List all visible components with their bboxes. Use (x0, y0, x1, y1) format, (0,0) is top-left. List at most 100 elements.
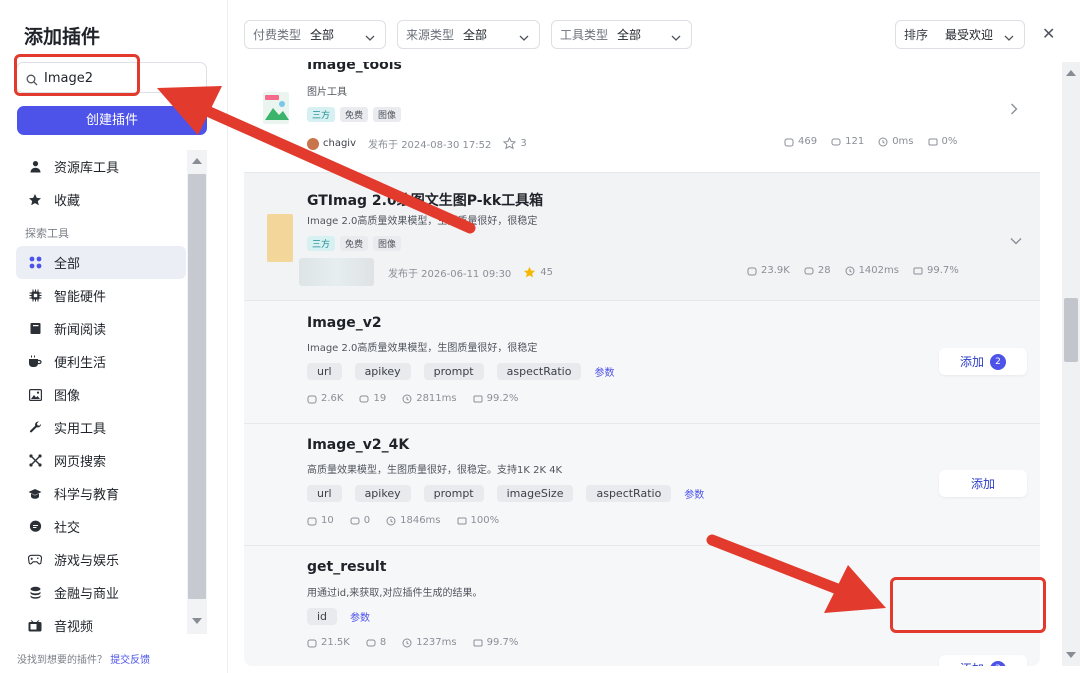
tool-type-filter[interactable]: 工具类型 全部 (551, 20, 692, 49)
nav-item-games-entertainment[interactable]: 游戏与娱乐 (16, 543, 186, 576)
usage-stat: 469 (784, 136, 817, 147)
param-chip: id (307, 608, 338, 625)
bots-stat: 0 (350, 515, 370, 526)
chevron-down-icon[interactable] (1010, 230, 1022, 249)
bots-icon (366, 639, 376, 646)
nav-label: 智能硬件 (54, 290, 107, 305)
nav-label: 收藏 (54, 194, 81, 209)
success-stat: 99.2% (473, 393, 518, 404)
plugin-card-gtimag[interactable]: GTImag 2.0绘图文生图P-kk工具箱 Image 2.0高质量效果模型，… (244, 173, 1040, 300)
bots-stat: 8 (366, 637, 386, 648)
sidebar-scrollbar[interactable] (187, 150, 207, 634)
publish-date: 发布于 2026-06-11 09:30 (388, 269, 512, 280)
add-tool-button[interactable]: 添加 (939, 470, 1027, 497)
nav-label: 全部 (54, 257, 81, 272)
params-link[interactable]: 参数 (684, 486, 704, 501)
stat-value: 10 (321, 515, 334, 526)
scroll-up-arrow-icon[interactable] (192, 158, 202, 164)
plugin-image-icon (263, 92, 289, 124)
chevron-right-icon[interactable] (1010, 100, 1018, 119)
nav-item-convenient-life[interactable]: 便利生活 (16, 345, 186, 378)
scrollbar-thumb[interactable] (1064, 298, 1078, 362)
plugin-description: Image 2.0高质量效果模型，生图质量很好，很稳定 (307, 216, 538, 227)
nav-item-audio-video[interactable]: 音视频 (16, 609, 186, 638)
scroll-down-arrow-icon[interactable] (192, 618, 202, 624)
dialog-title: 添加插件 (24, 26, 101, 48)
image-icon (28, 388, 42, 402)
tag: 三方 (307, 236, 336, 251)
filter-label: 付费类型 (253, 28, 302, 42)
latency-stat: 0ms (878, 136, 914, 147)
plugin-meta: chagiv 发布于 2024-08-30 17:52 3 (307, 136, 527, 151)
success-stat: 99.7% (473, 637, 519, 648)
scrollbar-thumb[interactable] (188, 174, 206, 599)
nav-item-image[interactable]: 图像 (16, 378, 186, 411)
nav-item-favorites[interactable]: 收藏 (16, 183, 186, 216)
added-count-badge: 2 (990, 353, 1006, 370)
source-type-filter[interactable]: 来源类型 全部 (397, 20, 540, 49)
param-chip: imageSize (496, 485, 574, 502)
add-tool-button[interactable]: 添加 2 (939, 655, 1027, 666)
feedback-link[interactable]: 提交反馈 (110, 655, 150, 666)
sort-label: 排序 (904, 28, 929, 42)
scroll-down-arrow-icon[interactable] (1066, 652, 1076, 658)
stat-value: 99.7% (926, 265, 959, 276)
add-plugin-dialog: 添加插件 创建插件 资源库工具 收藏 探索工具 全部 (0, 0, 1080, 673)
param-chip: apikey (354, 485, 411, 502)
coins-icon (28, 586, 42, 600)
add-label: 添加 (960, 660, 984, 666)
param-chip: prompt (423, 485, 484, 502)
success-stat: 100% (457, 515, 500, 526)
params-link[interactable]: 参数 (594, 364, 614, 379)
nav-item-news-reading[interactable]: 新闻阅读 (16, 312, 186, 345)
close-icon[interactable]: ✕ (1042, 24, 1055, 43)
wrench-icon (28, 421, 42, 435)
stat-value: 121 (845, 136, 865, 147)
author-avatar (299, 258, 374, 286)
nav-label: 网页搜索 (54, 455, 107, 470)
plugin-card-image-tools[interactable]: Image_tools 图片工具 三方 免费 图像 chagiv 发布于 202… (244, 62, 1040, 172)
tool-stats: 21.5K 8 1237ms 99.7% (307, 637, 518, 648)
param-chip: prompt (423, 363, 484, 380)
plugin-meta: 发布于 2026-06-11 09:30 45 (388, 265, 553, 280)
nav-item-smart-hardware[interactable]: 智能硬件 (16, 279, 186, 312)
nav-item-finance-business[interactable]: 金融与商业 (16, 576, 186, 609)
person-icon (28, 160, 42, 174)
success-stat: 0% (928, 136, 958, 147)
stat-value: 0% (941, 136, 958, 147)
success-rate-icon (928, 138, 938, 145)
param-chip: aspectRatio (586, 485, 672, 502)
bots-icon (831, 138, 841, 145)
star-value: 45 (540, 267, 554, 278)
nav-item-all[interactable]: 全部 (16, 246, 186, 279)
nav-item-utility-tools[interactable]: 实用工具 (16, 411, 186, 444)
plugin-title: Image_tools (307, 62, 402, 73)
stat-value: 99.7% (486, 637, 519, 648)
media-icon (28, 619, 42, 633)
plugin-stats: 469 121 0ms 0% (784, 136, 957, 147)
params-link[interactable]: 参数 (350, 609, 370, 624)
usage-stat: 21.5K (307, 637, 350, 648)
create-plugin-button[interactable]: 创建插件 (17, 106, 207, 135)
tool-stats: 10 0 1846ms 100% (307, 515, 499, 526)
bots-icon (804, 267, 814, 274)
stat-value: 2.6K (321, 393, 344, 404)
annotation-highlight-search (14, 54, 140, 96)
nav-item-resource-library[interactable]: 资源库工具 (16, 150, 186, 183)
stat-value: 100% (470, 515, 500, 526)
chevron-down-icon (671, 31, 681, 45)
nav-item-social[interactable]: 社交 (16, 510, 186, 543)
payment-type-filter[interactable]: 付费类型 全部 (244, 20, 386, 49)
gamepad-icon (28, 553, 42, 567)
bots-stat: 19 (359, 393, 386, 404)
scroll-up-arrow-icon[interactable] (1066, 70, 1076, 76)
stat-value: 0 (363, 515, 371, 526)
add-tool-button[interactable]: 添加 2 (939, 348, 1027, 375)
nav-item-web-search[interactable]: 网页搜索 (16, 444, 186, 477)
param-chip: url (307, 485, 342, 502)
main-scrollbar[interactable] (1062, 62, 1080, 666)
nav-label: 资源库工具 (54, 161, 120, 176)
sort-dropdown[interactable]: 排序 最受欢迎 (895, 20, 1025, 49)
nav-item-science-education[interactable]: 科学与教育 (16, 477, 186, 510)
plugin-title: GTImag 2.0绘图文生图P-kk工具箱 (307, 193, 544, 209)
